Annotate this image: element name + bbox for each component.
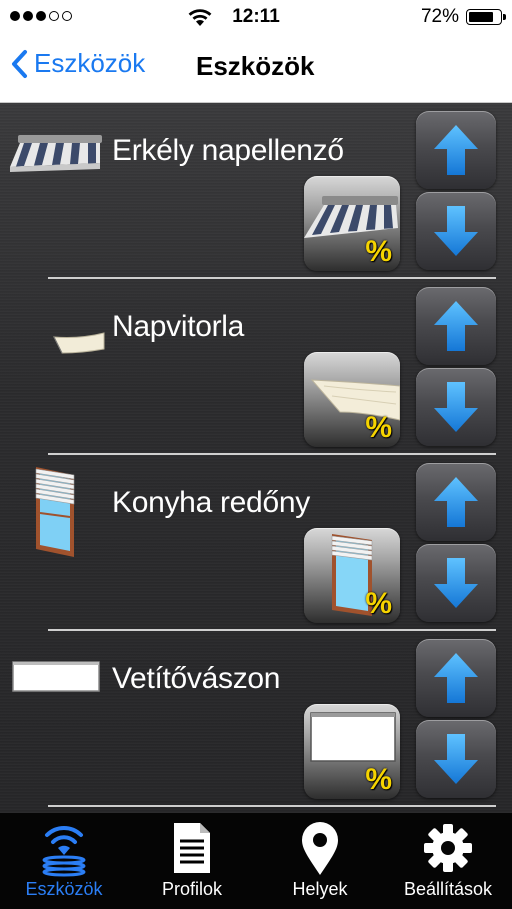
tab-label: Eszközök	[25, 879, 103, 899]
projector-screen-icon	[12, 661, 100, 692]
percent-position-button[interactable]: %	[304, 176, 400, 271]
battery-percent: 72%	[420, 6, 459, 27]
arrow-down-icon	[434, 206, 478, 256]
arrow-up-icon	[434, 301, 478, 351]
tab-eszkozok[interactable]: Eszközök	[0, 813, 128, 909]
navigation-bar: Eszközök Eszközök	[0, 34, 512, 103]
percent-symbol: %	[365, 763, 392, 796]
device-row: Erkély napellenző %	[0, 103, 512, 279]
tab-label: Helyek	[292, 879, 348, 899]
device-row: Konyha redőny %	[0, 455, 512, 631]
arrow-down-icon	[434, 382, 478, 432]
page-title: Eszközök	[196, 51, 315, 81]
move-down-button[interactable]	[416, 192, 496, 270]
awning-icon	[10, 135, 102, 172]
percent-position-button[interactable]: %	[304, 352, 400, 447]
move-up-button[interactable]	[416, 639, 496, 717]
arrow-up-icon	[434, 653, 478, 703]
percent-position-button[interactable]: %	[304, 528, 400, 623]
location-pin-icon	[302, 822, 338, 875]
tab-label: Beállítások	[403, 879, 493, 899]
tab-beallitasok[interactable]: Beállítások	[384, 813, 512, 909]
percent-symbol: %	[365, 411, 392, 444]
device-name: Vetítővászon	[112, 662, 281, 695]
move-down-button[interactable]	[416, 544, 496, 622]
move-down-button[interactable]	[416, 720, 496, 798]
move-up-button[interactable]	[416, 287, 496, 365]
sail-shade-icon	[53, 332, 105, 354]
percent-symbol: %	[365, 235, 392, 268]
arrow-down-icon	[434, 558, 478, 608]
move-up-button[interactable]	[416, 111, 496, 189]
move-up-button[interactable]	[416, 463, 496, 541]
window-shutter-icon	[35, 467, 75, 557]
percent-symbol: %	[365, 587, 392, 620]
projector-screen-icon	[310, 712, 396, 762]
row-divider	[48, 805, 496, 807]
arrow-up-icon	[434, 125, 478, 175]
back-button[interactable]: Eszközök	[10, 48, 145, 79]
chevron-left-icon	[12, 49, 27, 78]
move-down-button[interactable]	[416, 368, 496, 446]
arrow-down-icon	[434, 734, 478, 784]
battery-icon	[466, 9, 506, 25]
wireless-devices-icon	[42, 825, 86, 877]
tab-label: Profilok	[161, 879, 223, 899]
percent-position-button[interactable]: %	[304, 704, 400, 799]
device-list[interactable]: Erkély napellenző % Napvitorla % Konyha …	[0, 103, 512, 813]
tab-profilok[interactable]: Profilok	[128, 813, 256, 909]
gear-icon	[424, 824, 472, 872]
device-name: Napvitorla	[112, 310, 245, 343]
device-row: Napvitorla %	[0, 279, 512, 455]
document-icon	[174, 823, 210, 873]
tab-helyek[interactable]: Helyek	[256, 813, 384, 909]
tab-bar: Eszközök Profilok Helyek Beállítások	[0, 813, 512, 909]
device-name: Erkély napellenző	[112, 134, 344, 167]
device-name: Konyha redőny	[112, 486, 310, 519]
status-bar: 12:11 72%	[0, 0, 512, 34]
back-button-label: Eszközök	[34, 48, 146, 78]
device-row: Vetítővászon %	[0, 631, 512, 807]
arrow-up-icon	[434, 477, 478, 527]
